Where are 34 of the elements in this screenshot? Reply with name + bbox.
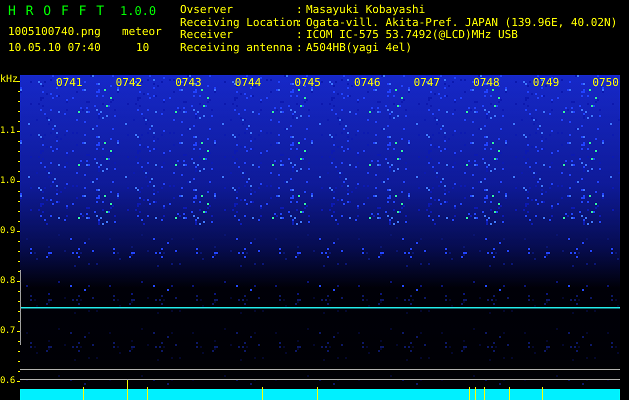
info-value: Masayuki Kobayashi: [306, 4, 426, 16]
time-label: 0745: [294, 77, 322, 89]
info-separator: :: [296, 42, 304, 54]
info-separator: :: [296, 4, 304, 16]
axis-label: 0.9: [0, 225, 16, 238]
time-label: 0742: [116, 77, 144, 89]
info-separator: :: [296, 29, 304, 42]
file-name: 1005100740.png: [8, 25, 102, 38]
axis-label: 0.7: [0, 325, 16, 338]
info-value: A504HB(yagi 4el): [306, 42, 413, 54]
time-label: 0749: [532, 77, 560, 89]
info-label: Ovserver: [180, 4, 234, 16]
unit-label: kHz: [0, 73, 20, 87]
count-label: meteor: [121, 25, 163, 38]
info-label: Receiving antenna: [180, 42, 294, 54]
time-label: 0750: [592, 77, 620, 89]
app-title: H R O F F T: [8, 4, 106, 18]
time-label: 0748: [473, 77, 501, 89]
axis-label: 0.6: [0, 375, 16, 388]
axis-label: 0.8: [0, 275, 16, 288]
time-label: 0746: [354, 77, 382, 89]
info-label: Receiving Location: [180, 16, 296, 29]
time-label: 0741: [56, 77, 84, 89]
date-time: 10.05.10 07:40: [8, 41, 102, 54]
time-label: 0747: [414, 77, 442, 89]
axis-label: 1.0: [0, 175, 16, 188]
info-value: Ogata-vill. Akita-Pref. JAPAN (139.96E, 40.02N): [306, 16, 618, 29]
info-value: ICOM IC-575 53.7492(@LCD)MHz USB: [306, 29, 519, 42]
time-label: 0744: [234, 77, 262, 89]
meteor-count: 10: [135, 41, 150, 54]
app-version: 1.0.0: [120, 4, 158, 18]
axis-label: 1.1: [0, 125, 16, 138]
info-label: Receiver: [180, 29, 233, 42]
time-label: 0743: [175, 77, 203, 89]
